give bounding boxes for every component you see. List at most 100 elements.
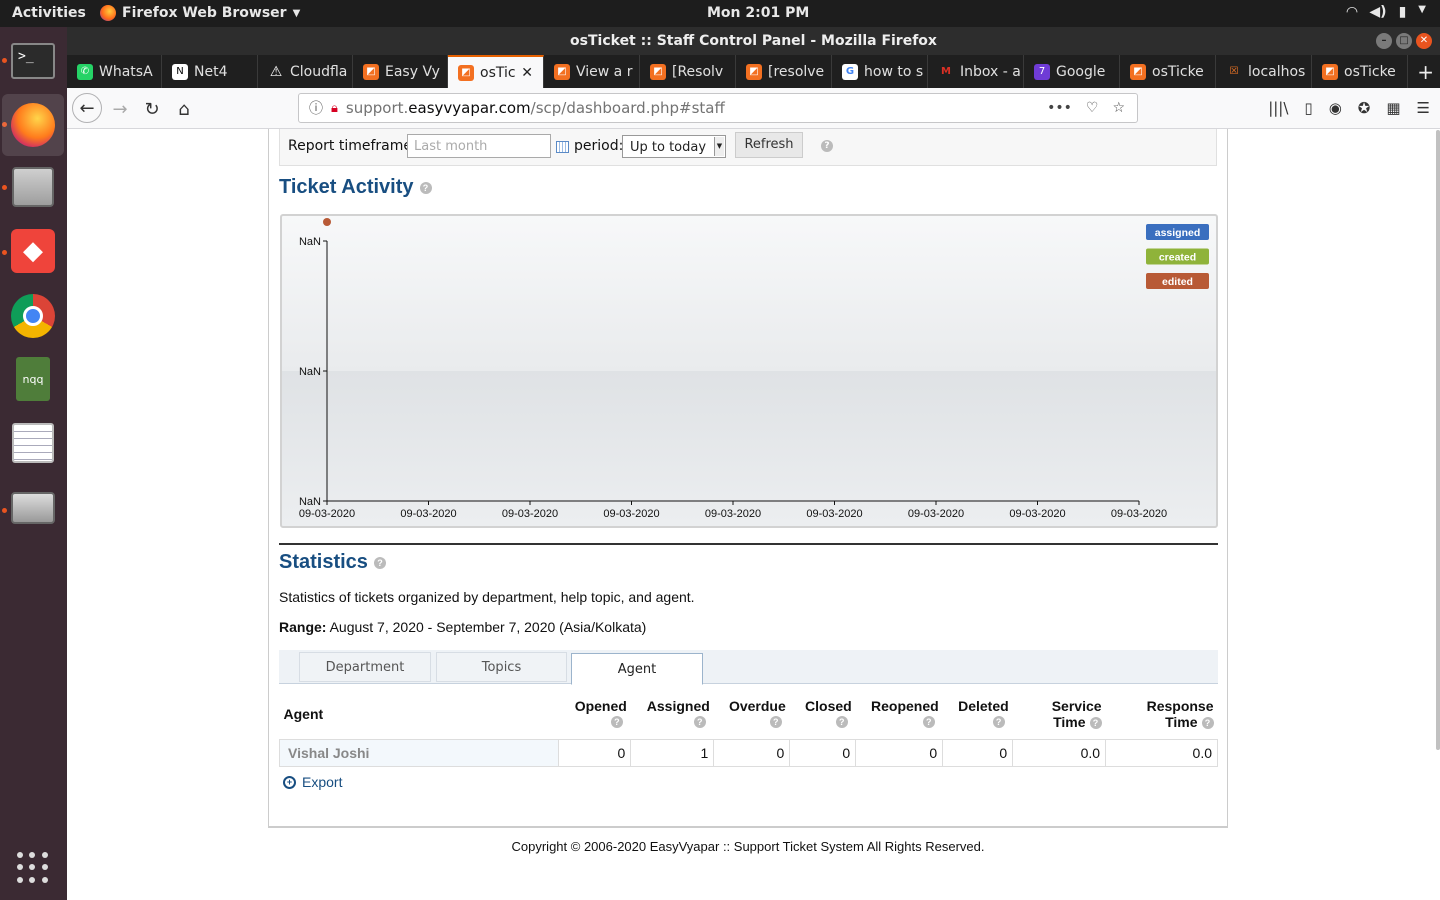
extension-icon[interactable]: ✪ — [1358, 99, 1371, 117]
reload-button[interactable]: ↻ — [138, 95, 166, 123]
home-button[interactable]: ⌂ — [170, 95, 198, 123]
page-actions-icon[interactable]: ••• — [1047, 100, 1072, 116]
help-icon[interactable]: ? — [769, 716, 782, 728]
tab-label: osTicke — [1344, 63, 1396, 80]
tab-label: [Resolv — [672, 63, 724, 80]
dock-scanner[interactable] — [9, 484, 57, 532]
browser-tab[interactable]: N Net4 — [162, 55, 258, 88]
col-opened[interactable]: Opened? — [559, 685, 631, 739]
help-icon[interactable]: ? — [835, 716, 848, 728]
tab-department[interactable]: Department — [299, 652, 431, 682]
calendar-icon[interactable] — [556, 141, 569, 153]
dock-files[interactable] — [9, 163, 57, 211]
tab-label: osTic — [480, 64, 516, 81]
browser-tab[interactable]: Ghow to s — [832, 55, 928, 88]
dock-firefox[interactable] — [2, 94, 64, 156]
help-icon[interactable]: ? — [419, 181, 432, 194]
chevron-down-icon: ▼ — [292, 7, 301, 19]
help-icon[interactable]: ? — [1089, 717, 1102, 730]
browser-tab[interactable]: ✆ WhatsA — [67, 55, 162, 88]
tab-topics[interactable]: Topics — [436, 652, 567, 682]
minimize-button[interactable]: – — [1376, 33, 1392, 49]
col-assigned[interactable]: Assigned? — [631, 685, 714, 739]
help-icon[interactable]: ? — [922, 716, 935, 728]
browser-tab[interactable]: 7 Google — [1024, 55, 1120, 88]
browser-tab[interactable]: ◩ View a r — [544, 55, 640, 88]
col-service-time[interactable]: Service Time? — [1013, 685, 1106, 739]
help-icon[interactable]: ? — [693, 716, 706, 728]
forward-button[interactable]: → — [106, 95, 134, 123]
page-container: Report timeframe: Last month period: Up … — [268, 129, 1228, 828]
browser-tab[interactable]: ☒ localhos — [1216, 55, 1312, 88]
app-menu[interactable]: Firefox Web Browser ▼ — [100, 5, 300, 21]
browser-tab[interactable]: ⚠ Cloudfla — [258, 55, 353, 88]
browser-tab[interactable]: ◩ osTicke — [1312, 55, 1408, 88]
tab-label: WhatsA — [99, 63, 153, 80]
dock-notepadqq[interactable]: nqq — [9, 355, 57, 403]
bookmark-star-icon[interactable]: ☆ — [1112, 100, 1125, 116]
close-tab-icon[interactable]: ✕ — [521, 65, 533, 81]
dock-text-editor[interactable] — [9, 419, 57, 467]
dock-terminal[interactable]: >_ — [9, 37, 57, 85]
site-info-icon[interactable]: ⓘ — [309, 98, 323, 118]
help-icon[interactable]: ? — [610, 716, 623, 728]
cell-service-time: 0.0 — [1012, 738, 1107, 767]
tab-label: Google — [1056, 63, 1106, 80]
browser-tab[interactable]: ◩ [resolve — [736, 55, 832, 88]
export-link[interactable]: + Export — [283, 774, 342, 790]
help-icon[interactable]: ? — [1201, 717, 1214, 730]
help-icon[interactable]: ? — [992, 716, 1005, 728]
export-label: Export — [302, 774, 343, 790]
cell-agent[interactable]: Vishal Joshi — [278, 738, 560, 767]
tab-agent[interactable]: Agent — [571, 653, 703, 685]
help-icon[interactable]: ? — [373, 556, 386, 569]
tab-label: [resolve — [768, 63, 825, 80]
browser-tab[interactable]: ◩ Easy Vy — [353, 55, 448, 88]
running-indicator — [2, 185, 7, 190]
tab-label: Inbox - a — [960, 63, 1021, 80]
cell-assigned: 1 — [630, 738, 715, 767]
col-reopened[interactable]: Reopened? — [856, 685, 943, 739]
timeframe-input[interactable]: Last month — [407, 134, 551, 158]
close-window-button[interactable]: ✕ — [1416, 33, 1432, 49]
clock[interactable]: Mon 2:01 PM — [707, 5, 809, 21]
browser-tab[interactable]: M Inbox - a — [928, 55, 1024, 88]
col-agent[interactable]: Agent — [280, 685, 559, 739]
anydesk-icon: ◆ — [11, 229, 55, 273]
system-top-bar: Activities Firefox Web Browser ▼ Mon 2:0… — [0, 0, 1440, 27]
dock-anydesk[interactable]: ◆ — [9, 227, 57, 275]
col-closed[interactable]: Closed? — [790, 685, 856, 739]
ticket-activity-title: Ticket Activity — [279, 176, 414, 198]
dock-chrome[interactable] — [9, 292, 57, 340]
statistics-range: Range: August 7, 2020 - September 7, 202… — [279, 619, 646, 635]
menu-icon[interactable]: ☰ — [1417, 99, 1430, 117]
x-tick-label: 09-03-2020 — [1111, 508, 1167, 520]
library-icon[interactable]: |||\ — [1268, 99, 1288, 117]
sidebar-icon[interactable]: ▯ — [1304, 99, 1312, 117]
new-tab-button[interactable]: + — [1417, 60, 1434, 84]
back-button[interactable]: ← — [72, 93, 102, 123]
period-select[interactable]: Up to today ▼ — [622, 135, 726, 158]
activities-button[interactable]: Activities — [12, 5, 86, 21]
browser-tab[interactable]: ◩ [Resolv — [640, 55, 736, 88]
col-overdue[interactable]: Overdue? — [714, 685, 790, 739]
col-deleted[interactable]: Deleted? — [943, 685, 1013, 739]
browser-tab[interactable]: ◩ osTicke — [1120, 55, 1216, 88]
show-applications-icon[interactable] — [17, 852, 49, 884]
page-scrollbar[interactable] — [1436, 130, 1440, 750]
extensions-grid-icon[interactable]: ▦ — [1386, 99, 1400, 117]
help-icon[interactable]: ? — [821, 140, 833, 152]
col-response-time[interactable]: Response Time? — [1106, 685, 1218, 739]
cell-closed: 0 — [789, 738, 857, 767]
pocket-icon[interactable]: ♡ — [1086, 100, 1099, 116]
maximize-button[interactable]: □ — [1396, 33, 1412, 49]
net4-icon: N — [172, 63, 188, 80]
refresh-button[interactable]: Refresh — [735, 132, 803, 158]
url-bar[interactable]: ⓘ 🔒︎ support. easyvyapar.com/scp/dashboar… — [298, 93, 1138, 123]
account-icon[interactable]: ◉ — [1329, 99, 1342, 117]
browser-tab-active[interactable]: ◩ osTic ✕ — [448, 55, 544, 88]
chart-canvas: NaNNaNNaN09-03-2020 09-03-2020 09-03-2020 0… — [299, 218, 1209, 520]
insecure-lock-icon[interactable]: 🔒︎ — [331, 101, 338, 116]
system-tray[interactable]: ◠ ◀) ▮ ▼ — [1347, 4, 1426, 20]
statistics-title: Statistics — [279, 551, 368, 573]
